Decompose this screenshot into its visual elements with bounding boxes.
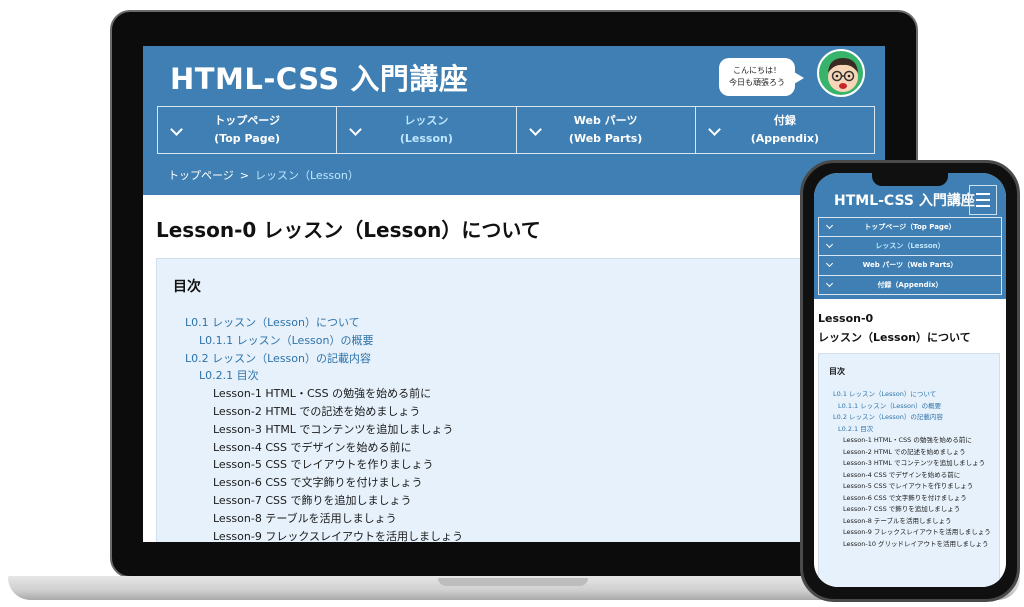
- greeting-line-2: 今日も頑張ろう: [729, 78, 785, 87]
- toc-link[interactable]: L0.2.1 目次: [185, 367, 463, 385]
- mobile-page-title: Lesson-0 レッスン（Lesson）について: [818, 309, 971, 347]
- mobile-nav-item-top-page[interactable]: トップページ（Top Page）: [818, 217, 1002, 237]
- toc-item: Lesson-6 CSS で文字飾りを付けましょう: [843, 493, 967, 502]
- nav-label: 付録: [773, 114, 796, 128]
- site-title[interactable]: HTML-CSS 入門講座: [170, 56, 468, 98]
- toc-item: Lesson-3 HTML でコンテンツを追加しましょう: [213, 422, 454, 436]
- mobile-title-line-1: Lesson-0: [818, 312, 874, 325]
- chevron-down-icon: [707, 123, 721, 136]
- mobile-header: HTML-CSS 入門講座 トップページ（Top Page） レッスン（Less…: [814, 173, 1006, 299]
- breadcrumb-current: レッスン（Lesson）: [255, 169, 359, 182]
- nav-sublabel: (Web Parts): [568, 132, 643, 145]
- toc-list: L0.1 レッスン（Lesson）について L0.1.1 レッスン（Lesson…: [185, 314, 463, 542]
- hamburger-menu-icon[interactable]: [969, 185, 997, 215]
- toc-link[interactable]: L0.2.1 目次: [833, 424, 993, 436]
- chevron-down-icon: [825, 240, 834, 248]
- toc-item: Lesson-6 CSS で文字飾りを付けましょう: [213, 476, 423, 490]
- toc-link[interactable]: L0.1 レッスン（Lesson）について: [185, 314, 463, 332]
- nav-sublabel: (Appendix): [750, 132, 820, 145]
- laptop-notch: [438, 578, 588, 586]
- toc-item: Lesson-4 CSS でデザインを始める前に: [213, 440, 412, 454]
- toc-item: Lesson-10 グリッドレイアウトを活用しましょう: [843, 539, 989, 548]
- chevron-down-icon: [825, 259, 834, 268]
- toc-item: Lesson-8 テーブルを活用しましょう: [843, 516, 952, 525]
- mobile-table-of-contents: 目次 L0.1 レッスン（Lesson）について L0.1.1 レッスン（Les…: [818, 353, 1000, 587]
- toc-item: Lesson-8 テーブルを活用しましょう: [213, 511, 397, 525]
- mobile-nav-label: トップページ（Top Page）: [864, 222, 956, 231]
- chevron-down-icon: [825, 279, 834, 287]
- mobile-site-title[interactable]: HTML-CSS 入門講座: [834, 190, 975, 210]
- mobile-page: HTML-CSS 入門講座 トップページ（Top Page） レッスン（Less…: [814, 173, 1006, 587]
- mobile-nav-label: レッスン（Lesson）: [875, 241, 945, 250]
- toc-link[interactable]: L0.1.1 レッスン（Lesson）の概要: [185, 332, 463, 350]
- toc-item: Lesson-5 CSS でレイアウトを作りましょう: [843, 482, 974, 490]
- toc-link[interactable]: L0.2 レッスン（Lesson）の記載内容: [185, 350, 463, 368]
- nav-label: Web パーツ: [573, 114, 638, 128]
- breadcrumb-separator: >: [239, 169, 249, 182]
- toc-item: Lesson-4 CSS でデザインを始める前に: [843, 470, 961, 479]
- phone-notch: [872, 170, 948, 186]
- nav-item-lesson[interactable]: レッスン (Lesson): [337, 107, 517, 153]
- mobile-nav: トップページ（Top Page） レッスン（Lesson） Web パーツ（We…: [818, 217, 1002, 295]
- toc-item: Lesson-7 CSS で飾りを追加しましょう: [213, 493, 412, 507]
- nav-sublabel: (Lesson): [399, 132, 453, 145]
- toc-link[interactable]: L0.2 レッスン（Lesson）の記載内容: [833, 412, 993, 424]
- greeting-line-1: こんにちは！: [733, 66, 781, 76]
- toc-item: Lesson-2 HTML での記述を始めましょう: [213, 404, 421, 418]
- breadcrumb: トップページ > レッスン（Lesson）: [168, 167, 359, 183]
- chevron-down-icon: [528, 123, 542, 136]
- table-of-contents: 目次 L0.1 レッスン（Lesson）について L0.1.1 レッスン（Les…: [156, 258, 885, 542]
- nav-sublabel: (Top Page): [214, 132, 281, 145]
- toc-item: Lesson-5 CSS でレイアウトを作りましょう: [213, 458, 434, 472]
- chevron-down-icon: [349, 123, 363, 136]
- toc-item: Lesson-2 HTML での記述を始めましょう: [843, 447, 966, 456]
- mobile-toc-list: L0.1 レッスン（Lesson）について L0.1.1 レッスン（Lesson…: [833, 389, 993, 550]
- toc-item: Lesson-1 HTML・CSS の勉強を始める前に: [843, 436, 972, 444]
- greeting-bubble: こんにちは！ 今日も頑張ろう: [719, 58, 804, 96]
- page-title: Lesson-0 レッスン（Lesson）について: [156, 218, 541, 242]
- nav-item-appendix[interactable]: 付録 (Appendix): [696, 107, 874, 153]
- toc-item: Lesson-1 HTML・CSS の勉強を始める前に: [213, 387, 432, 401]
- toc-item: Lesson-9 フレックスレイアウトを活用しましょう: [843, 528, 991, 536]
- mobile-nav-item-lesson[interactable]: レッスン（Lesson）: [818, 236, 1002, 256]
- chevron-down-icon: [825, 221, 834, 230]
- toc-item: Lesson-7 CSS で飾りを追加しましょう: [843, 505, 961, 513]
- mobile-nav-item-appendix[interactable]: 付録（Appendix）: [818, 275, 1002, 295]
- mobile-nav-label: Web パーツ（Web Parts）: [862, 261, 958, 270]
- nav-item-top-page[interactable]: トップページ (Top Page): [158, 107, 338, 153]
- toc-link[interactable]: L0.1.1 レッスン（Lesson）の概要: [833, 401, 993, 413]
- site-header: HTML-CSS 入門講座 こんにちは！ 今日も頑張ろう トップページ (Top…: [143, 46, 885, 195]
- toc-title: 目次: [173, 279, 201, 295]
- chevron-down-icon: [170, 123, 183, 136]
- mobile-nav-label: 付録（Appendix）: [877, 280, 943, 289]
- breadcrumb-home[interactable]: トップページ: [168, 169, 234, 182]
- mobile-title-line-2: レッスン（Lesson）について: [818, 331, 971, 344]
- toc-item: Lesson-9 フレックスレイアウトを活用しましょう: [213, 529, 463, 542]
- nav-label: レッスン: [404, 114, 449, 128]
- main-nav: トップページ (Top Page) レッスン (Lesson) Web パーツ …: [157, 106, 875, 154]
- mobile-nav-item-web-parts[interactable]: Web パーツ（Web Parts）: [818, 256, 1002, 276]
- mobile-toc-title: 目次: [829, 367, 845, 376]
- toc-item: Lesson-3 HTML でコンテンツを追加しましょう: [843, 459, 986, 467]
- toc-link[interactable]: L0.1 レッスン（Lesson）について: [833, 389, 993, 401]
- nav-item-web-parts[interactable]: Web パーツ (Web Parts): [517, 107, 696, 153]
- desktop-page: HTML-CSS 入門講座 こんにちは！ 今日も頑張ろう トップページ (Top…: [143, 46, 885, 542]
- nav-label: トップページ: [214, 114, 281, 128]
- teacher-avatar-icon: [817, 49, 865, 97]
